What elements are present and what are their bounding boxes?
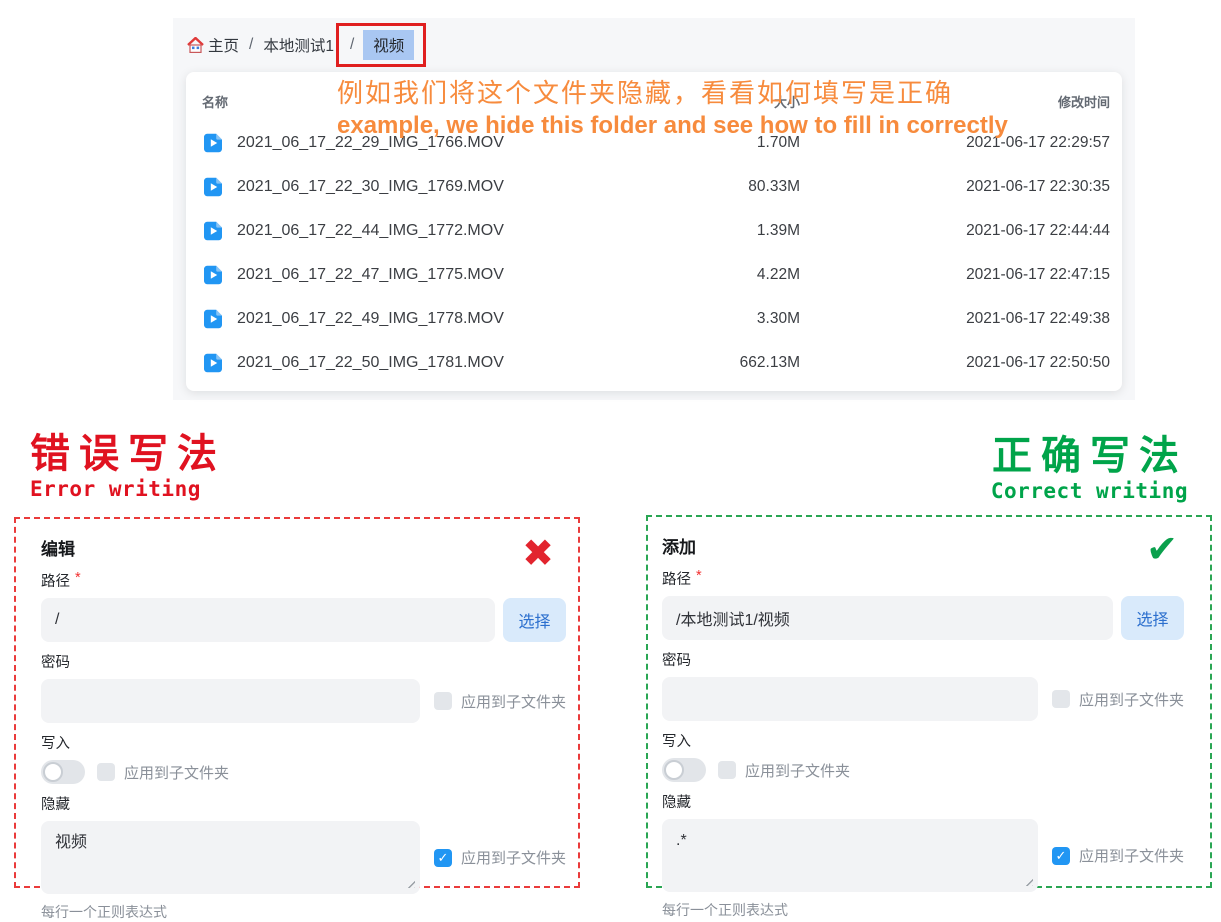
breadcrumb-parent[interactable]: 本地测试1 (263, 34, 334, 56)
correct-heading-zh: 正确写法 (991, 434, 1188, 478)
breadcrumb-home[interactable]: 主页 (187, 34, 239, 56)
video-file-icon (202, 308, 224, 330)
required-asterisk: * (696, 568, 702, 589)
file-name: 2021_06_17_22_29_IMG_1766.MOV (237, 134, 504, 152)
file-modified: 2021-06-17 22:44:44 (800, 222, 1110, 240)
file-name: 2021_06_17_22_30_IMG_1769.MOV (237, 178, 504, 196)
toggle-knob (664, 760, 684, 780)
file-browser-panel: 主页 / 本地测试1 / 视频 名称 大小 修改时间 2021_06_17_22… (173, 18, 1135, 400)
file-size: 80.33M (680, 178, 800, 196)
file-size: 1.70M (680, 134, 800, 152)
column-header-name: 名称 (202, 92, 680, 111)
breadcrumb-home-label: 主页 (208, 34, 239, 56)
correct-heading-en: Correct writing (991, 479, 1188, 503)
checkbox-icon[interactable] (718, 761, 736, 779)
video-file-icon (202, 220, 224, 242)
table-row[interactable]: 2021_06_17_22_47_IMG_1775.MOV 4.22M 2021… (186, 253, 1122, 297)
write-toggle[interactable] (41, 760, 85, 784)
path-label: 路径 * (662, 568, 1184, 589)
breadcrumb-separator: / (249, 36, 253, 54)
path-input[interactable] (41, 598, 495, 642)
video-file-icon (202, 176, 224, 198)
hide-label: 隐藏 (41, 793, 566, 814)
form-title: 添加 (662, 533, 1184, 558)
write-apply-subfolder-checkbox[interactable]: 应用到子文件夹 (97, 762, 229, 783)
home-icon (187, 37, 204, 53)
select-button[interactable]: 选择 (503, 598, 566, 642)
write-toggle[interactable] (662, 758, 706, 782)
regex-hint: 每行一个正则表达式 (662, 900, 1184, 920)
password-label: 密码 (41, 651, 566, 672)
breadcrumb: 主页 / 本地测试1 / 视频 (173, 18, 1135, 72)
table-row[interactable]: 2021_06_17_22_50_IMG_1781.MOV 662.13M 20… (186, 341, 1122, 385)
hide-apply-subfolder-checkbox[interactable]: 应用到子文件夹 (1052, 845, 1184, 866)
path-label: 路径 * (41, 570, 566, 591)
correct-form: 添加 ✔ 路径 * 选择 密码 应用到子文件夹 写入 应用到子文件夹 隐藏 .* (646, 515, 1212, 888)
file-name: 2021_06_17_22_44_IMG_1772.MOV (237, 222, 504, 240)
breadcrumb-current[interactable]: 视频 (363, 30, 414, 60)
path-input[interactable] (662, 596, 1113, 640)
video-file-icon (202, 352, 224, 374)
password-apply-subfolder-checkbox[interactable]: 应用到子文件夹 (1052, 689, 1184, 710)
file-modified: 2021-06-17 22:30:35 (800, 178, 1110, 196)
checkbox-icon[interactable] (1052, 847, 1070, 865)
write-label: 写入 (662, 730, 1184, 751)
file-size: 3.30M (680, 310, 800, 328)
table-row[interactable]: 2021_06_17_22_30_IMG_1769.MOV 80.33M 202… (186, 165, 1122, 209)
file-name: 2021_06_17_22_49_IMG_1778.MOV (237, 310, 504, 328)
password-input[interactable] (41, 679, 420, 723)
column-header-size: 大小 (680, 92, 800, 111)
table-row[interactable]: 2021_06_17_22_44_IMG_1772.MOV 1.39M 2021… (186, 209, 1122, 253)
form-title: 编辑 (41, 535, 566, 560)
toggle-knob (43, 762, 63, 782)
password-label: 密码 (662, 649, 1184, 670)
file-size: 1.39M (680, 222, 800, 240)
correct-heading: 正确写法 Correct writing (991, 434, 1188, 503)
write-apply-subfolder-checkbox[interactable]: 应用到子文件夹 (718, 760, 850, 781)
file-modified: 2021-06-17 22:50:50 (800, 354, 1110, 372)
file-modified: 2021-06-17 22:47:15 (800, 266, 1110, 284)
column-header-modified: 修改时间 (800, 92, 1110, 111)
checkbox-icon[interactable] (434, 849, 452, 867)
password-apply-subfolder-checkbox[interactable]: 应用到子文件夹 (434, 691, 566, 712)
file-name: 2021_06_17_22_50_IMG_1781.MOV (237, 354, 504, 372)
file-table-card: 名称 大小 修改时间 2021_06_17_22_29_IMG_1766.MOV… (186, 72, 1122, 391)
checkbox-icon[interactable] (97, 763, 115, 781)
breadcrumb-separator: / (350, 36, 354, 54)
annotation-red-frame: / 视频 (336, 23, 426, 67)
success-check-icon: ✔ (1146, 531, 1178, 569)
hide-label: 隐藏 (662, 791, 1184, 812)
file-modified: 2021-06-17 22:49:38 (800, 310, 1110, 328)
required-asterisk: * (75, 570, 81, 591)
table-row[interactable]: 2021_06_17_22_29_IMG_1766.MOV 1.70M 2021… (186, 121, 1122, 165)
error-x-icon: ✖ (522, 535, 554, 573)
error-heading-zh: 错误写法 (30, 432, 226, 476)
error-heading-en: Error writing (30, 477, 226, 501)
file-name: 2021_06_17_22_47_IMG_1775.MOV (237, 266, 504, 284)
table-row[interactable]: 2021_06_17_22_49_IMG_1778.MOV 3.30M 2021… (186, 297, 1122, 341)
video-file-icon (202, 132, 224, 154)
select-button[interactable]: 选择 (1121, 596, 1184, 640)
file-list: 2021_06_17_22_29_IMG_1766.MOV 1.70M 2021… (186, 121, 1122, 385)
regex-hint: 每行一个正则表达式 (41, 902, 566, 922)
error-heading: 错误写法 Error writing (30, 432, 226, 501)
file-size: 662.13M (680, 354, 800, 372)
write-label: 写入 (41, 732, 566, 753)
video-file-icon (202, 264, 224, 286)
file-size: 4.22M (680, 266, 800, 284)
file-modified: 2021-06-17 22:29:57 (800, 134, 1110, 152)
hide-apply-subfolder-checkbox[interactable]: 应用到子文件夹 (434, 847, 566, 868)
hide-textarea[interactable]: 视频 (41, 821, 420, 894)
password-input[interactable] (662, 677, 1038, 721)
checkbox-icon[interactable] (434, 692, 452, 710)
hide-textarea[interactable]: .* (662, 819, 1038, 892)
table-header-row: 名称 大小 修改时间 (186, 72, 1122, 121)
error-form: 编辑 ✖ 路径 * 选择 密码 应用到子文件夹 写入 应用到子文件夹 隐藏 视频 (14, 517, 580, 888)
checkbox-icon[interactable] (1052, 690, 1070, 708)
